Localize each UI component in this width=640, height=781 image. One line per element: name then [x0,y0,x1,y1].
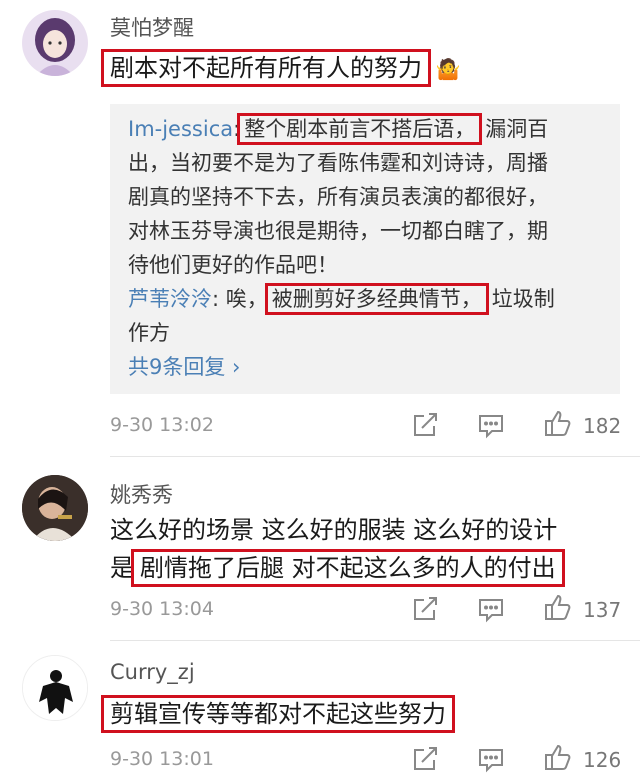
share-icon[interactable] [410,744,440,774]
username[interactable]: 莫怕梦醒 [110,12,194,42]
thumbs-up-icon[interactable] [543,592,573,622]
reply-1-line-2: 出，当初要不是为了看陈伟霆和刘诗诗，周播 [128,151,548,175]
reply-sep: : 唉， [212,287,268,311]
reply-highlight: 被删剪好多经典情节， [264,283,489,315]
comment-text-wrap: 剪辑宣传等等都对不起这些努力 [101,694,455,734]
like-count: 126 [583,748,622,772]
comment-text-line-1: 这么好的场景 这么好的服装 这么好的设计 [110,516,558,544]
reply-box: Im-jessica: 整个剧本前言不搭后语， 漏洞百 出，当初要不是为了看陈伟霆和… [110,104,620,394]
reply-highlight: 整个剧本前言不搭后语， [237,113,483,145]
comment-text-wrap: 剧本对不起所有所有人的努力 🤷 [101,48,461,89]
thumbs-up-icon[interactable] [543,742,573,772]
comment-icon[interactable] [476,410,506,440]
reply-text: 垃圾制 [491,287,555,311]
reply-username[interactable]: 芦苇泠泠 [128,287,212,311]
comment-icon[interactable] [476,744,506,774]
username[interactable]: 姚秀秀 [110,479,173,509]
comment-text-line-2: 是剧情拖了后腿 对不起这么多的人的付出 [110,548,565,588]
reply-1-line-3: 剧真的坚持不下去，所有演员表演的都很好， [128,185,548,209]
shrug-emoji: 🤷 [435,57,461,81]
comment-highlight: 剧情拖了后腿 对不起这么多的人的付出 [131,549,565,587]
like-count: 137 [583,598,622,622]
reply-username[interactable]: Im-jessica [128,117,233,141]
reply-2-line-2: 作方 [128,321,170,345]
comment-text: 剧本对不起所有所有人的努力 [101,49,431,87]
reply-2-line-1: 芦苇泠泠: 唉， 被删剪好多经典情节， 垃圾制 [128,282,555,316]
divider [110,640,640,641]
comment-icon[interactable] [476,594,506,624]
username[interactable]: Curry_zj [110,660,195,684]
timestamp: 9-30 13:02 [110,414,214,436]
comment-text-prefix: 是 [110,554,134,582]
timestamp: 9-30 13:01 [110,748,214,770]
reply-text: 漏洞百 [485,117,549,141]
thumbs-up-icon[interactable] [543,408,573,438]
share-icon[interactable] [410,410,440,440]
share-icon[interactable] [410,594,440,624]
avatar[interactable] [22,475,88,541]
timestamp: 9-30 13:04 [110,598,214,620]
comment-1: 莫怕梦醒 剧本对不起所有所有人的努力 🤷 Im-jessica: 整个剧本前言不搭… [0,0,640,457]
reply-1-line-5: 待他们更好的作品吧！ [128,253,338,277]
like-count: 182 [583,414,622,438]
comment-text: 剪辑宣传等等都对不起这些努力 [101,695,455,733]
more-replies-link[interactable]: 共9条回复 › [128,350,240,384]
reply-1-line-1: Im-jessica: 整个剧本前言不搭后语， 漏洞百 [128,112,548,146]
avatar[interactable] [22,655,88,721]
avatar[interactable] [22,10,88,76]
reply-1-line-4: 对林玉芬导演也很是期待，一切都白瞎了，期 [128,219,548,243]
divider [110,456,640,457]
